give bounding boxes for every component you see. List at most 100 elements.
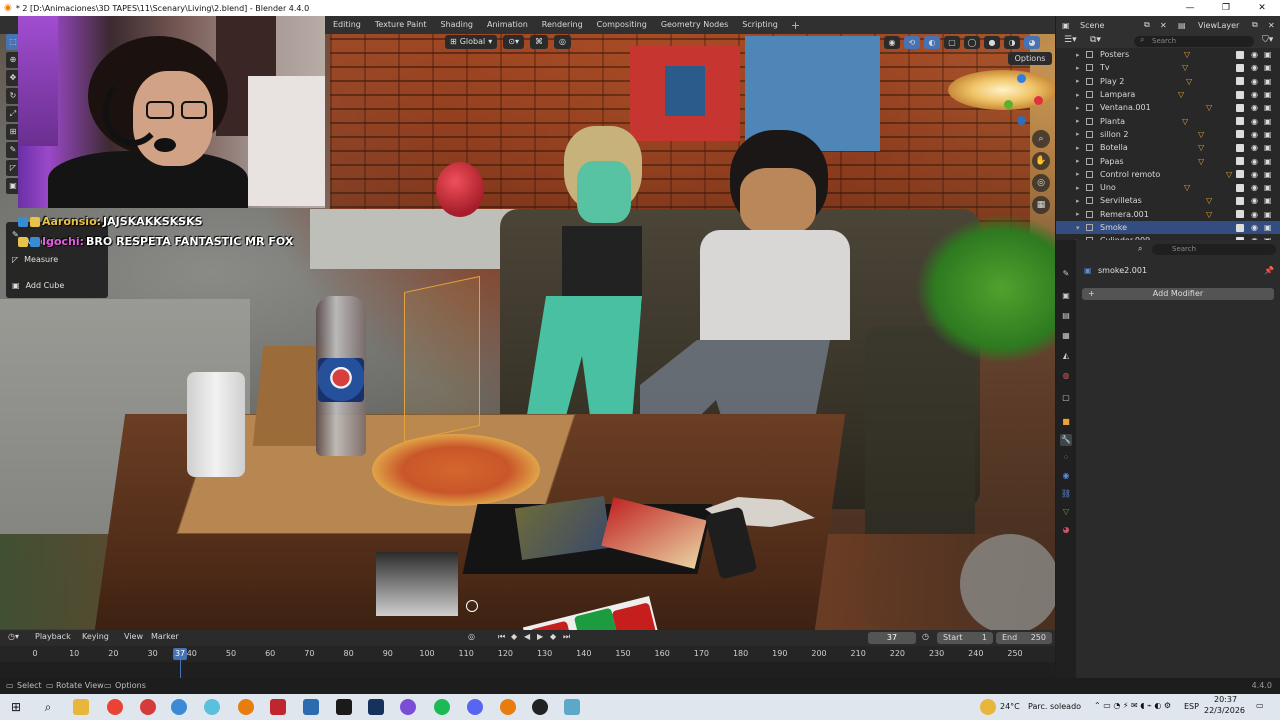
outliner-editor-icon[interactable]: ☰▾ [1064, 35, 1077, 45]
tab-geometry-nodes[interactable]: Geometry Nodes [654, 16, 735, 34]
jump-end-icon[interactable]: ⏭ [563, 632, 570, 642]
display-mode-icon[interactable]: ⧉▾ [1090, 35, 1101, 45]
vegas-icon[interactable] [368, 699, 384, 715]
scene-browse-icon[interactable]: ⧉ [1144, 20, 1150, 30]
properties-search-input[interactable]: Search [1152, 244, 1276, 255]
tool-tab-icon[interactable]: ✎ [1060, 268, 1072, 280]
viewlayer-browse-icon[interactable]: ⧉ [1252, 20, 1258, 30]
record-icon[interactable]: ◎ [468, 632, 475, 641]
gizmo-toggle-icon[interactable]: ⟲ [904, 35, 920, 49]
expand-arrow-icon[interactable]: ▸ [1076, 130, 1080, 138]
windows-start-icon[interactable]: ⊞ [8, 699, 24, 715]
outliner-item[interactable]: ▸ Uno ▽ ◉ ▣ [1056, 181, 1280, 194]
editor-type-icon[interactable]: ◷▾ [8, 632, 19, 641]
exclude-checkbox[interactable] [1236, 210, 1244, 219]
expand-arrow-icon[interactable]: ▸ [1076, 197, 1080, 205]
exclude-checkbox[interactable] [1236, 117, 1244, 126]
smoke-object-selected[interactable] [404, 275, 480, 443]
davinci-icon[interactable] [400, 699, 416, 715]
proportional-editing-button[interactable]: ◎ [553, 35, 571, 49]
exclude-checkbox[interactable] [1236, 90, 1244, 99]
render-camera-icon[interactable]: ▣ [1264, 63, 1272, 72]
outliner-item[interactable]: ▸ Botella ▽ ◉ ▣ [1056, 141, 1280, 154]
app-icon[interactable] [204, 699, 220, 715]
object-tab-icon[interactable]: ■ [1060, 416, 1072, 428]
marker-menu[interactable]: Marker [151, 632, 179, 641]
notification-icon[interactable]: ▭ [1256, 701, 1264, 710]
exclude-checkbox[interactable] [1236, 63, 1244, 72]
render-camera-icon[interactable]: ▣ [1264, 103, 1272, 112]
close-button[interactable]: ✕ [1244, 0, 1280, 16]
tray-icons[interactable]: ⌃ ▭ ◔ ⚡ ✉ ◖ ⌁ ◐ ⚙ [1094, 701, 1171, 710]
exclude-checkbox[interactable] [1236, 77, 1244, 86]
material-shading-icon[interactable]: ◑ [1004, 35, 1020, 49]
world-tab-icon[interactable]: ◍ [1060, 370, 1072, 382]
3d-cursor-icon[interactable] [466, 600, 478, 612]
expand-arrow-icon[interactable]: ▾ [1076, 224, 1080, 232]
render-tab-icon[interactable]: ▣ [1060, 290, 1072, 302]
visibility-eye-icon[interactable]: ◉ [1251, 103, 1258, 112]
render-camera-icon[interactable]: ▣ [1264, 130, 1272, 139]
y-axis-icon[interactable] [1004, 100, 1013, 109]
keying-menu[interactable]: Keying [82, 632, 109, 641]
scene-name[interactable]: Scene [1080, 21, 1104, 30]
material-tab-icon[interactable]: ◕ [1060, 524, 1072, 536]
video-app-icon[interactable] [270, 699, 286, 715]
render-camera-icon[interactable]: ▣ [1264, 183, 1272, 192]
tab-scripting[interactable]: Scripting [735, 16, 785, 34]
snap-button[interactable]: ⌘ [529, 35, 548, 49]
outliner-item[interactable]: ▸ Posters ▽ ◉ ▣ [1056, 48, 1280, 61]
grid-view-icon[interactable]: ▦ [1032, 196, 1050, 214]
keyframe-next-icon[interactable]: ◆ [550, 632, 556, 641]
view-menu[interactable]: View [124, 632, 143, 641]
navigation-gizmo[interactable] [1000, 72, 1046, 130]
clock-date[interactable]: 22/3/2026 [1204, 706, 1245, 715]
outliner-item[interactable]: ▸ Ventana.001 ▽ ◉ ▣ [1056, 101, 1280, 114]
view-layer-tab-icon[interactable]: ▦ [1060, 330, 1072, 342]
z-axis-icon[interactable] [1017, 74, 1026, 83]
tab-animation[interactable]: Animation [480, 16, 535, 34]
outliner-item[interactable]: ▸ Planta ▽ ◉ ▣ [1056, 114, 1280, 127]
render-camera-icon[interactable]: ▣ [1264, 90, 1272, 99]
exclude-checkbox[interactable] [1236, 157, 1244, 166]
physics-tab-icon[interactable]: ◉ [1060, 470, 1072, 482]
visibility-eye-icon[interactable]: ◉ [1251, 77, 1258, 86]
visibility-eye-icon[interactable]: ◉ [1251, 170, 1258, 179]
particles-tab-icon[interactable]: ⁘ [1060, 452, 1072, 464]
outliner-search-input[interactable]: Search [1134, 36, 1254, 47]
render-camera-icon[interactable]: ▣ [1264, 117, 1272, 126]
edge-icon[interactable] [171, 699, 187, 715]
tab-compositing[interactable]: Compositing [590, 16, 654, 34]
expand-arrow-icon[interactable]: ▸ [1076, 51, 1080, 59]
outliner-item[interactable]: ▸ Tv ▽ ◉ ▣ [1056, 61, 1280, 74]
exclude-checkbox[interactable] [1236, 130, 1244, 139]
exclude-checkbox[interactable] [1236, 223, 1244, 232]
outliner-item[interactable]: ▾ Smoke ◉ ▣ [1056, 220, 1280, 235]
visibility-icon[interactable]: ◉ [884, 35, 900, 49]
outliner-item[interactable]: ▸ Lampara ▽ ◉ ▣ [1056, 88, 1280, 101]
current-frame-field[interactable]: 37 [868, 632, 916, 644]
search-icon[interactable]: ⌕ [40, 699, 56, 715]
playhead[interactable]: 37 [173, 648, 188, 660]
clock-icon[interactable]: ◷ [922, 632, 929, 641]
end-frame-field[interactable]: End 250 [996, 632, 1052, 644]
solid-shading-icon[interactable]: ● [984, 35, 1000, 49]
expand-arrow-icon[interactable]: ▸ [1076, 157, 1080, 165]
visibility-eye-icon[interactable]: ◉ [1251, 50, 1258, 59]
render-camera-icon[interactable]: ▣ [1264, 50, 1272, 59]
pivot-point-button[interactable]: ⊙▾ [503, 35, 524, 49]
chrome-icon[interactable] [107, 699, 123, 715]
camera-view-icon[interactable]: ◎ [1032, 174, 1050, 192]
pycharm-icon[interactable] [336, 699, 352, 715]
spotify-icon[interactable] [434, 699, 450, 715]
outliner-item[interactable]: ▸ sillon 2 ▽ ◉ ▣ [1056, 128, 1280, 141]
outliner-item[interactable]: ▸ Servilletas ▽ ◉ ▣ [1056, 194, 1280, 207]
notes-icon[interactable] [564, 699, 580, 715]
maximize-button[interactable]: ❐ [1208, 0, 1244, 16]
visibility-eye-icon[interactable]: ◉ [1251, 143, 1258, 152]
exclude-checkbox[interactable] [1236, 196, 1244, 205]
render-camera-icon[interactable]: ▣ [1264, 170, 1272, 179]
frame-ruler[interactable]: 0 10 20 30 40 50 60 70 80 90 100 110 120 130 140 150 160… [0, 646, 1055, 662]
visibility-eye-icon[interactable]: ◉ [1251, 157, 1258, 166]
x-axis-icon[interactable] [1034, 96, 1043, 105]
